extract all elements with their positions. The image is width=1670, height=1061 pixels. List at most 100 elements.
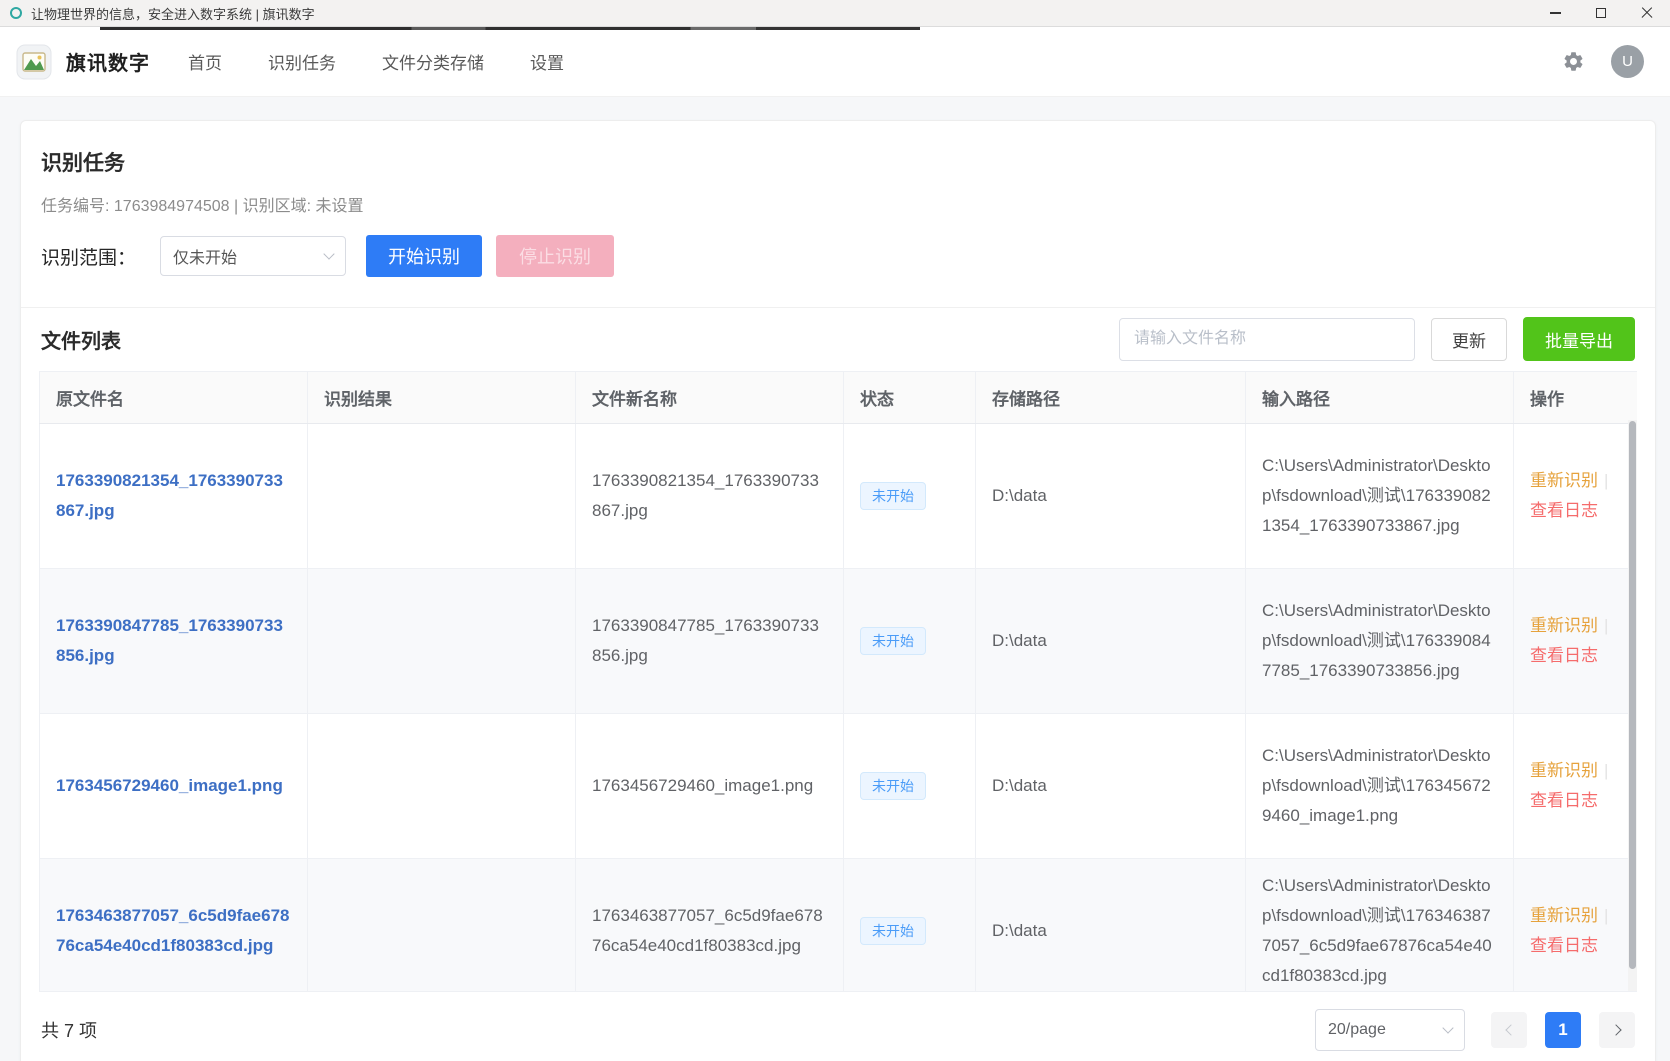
view-log-link[interactable]: 查看日志	[1530, 791, 1598, 810]
col-header-input: 输入路径	[1246, 372, 1514, 424]
table-row: 1763456729460_image1.png 1763456729460_i…	[40, 714, 1638, 859]
close-icon	[1641, 7, 1653, 19]
scope-select-value: 仅未开始	[173, 244, 237, 268]
page-body: 识别任务 任务编号: 1763984974508 | 识别区域: 未设置 识别范…	[0, 97, 1670, 1061]
stop-recognition-button[interactable]: 停止识别	[496, 235, 614, 277]
minimize-button[interactable]	[1532, 0, 1578, 27]
refresh-button[interactable]: 更新	[1431, 318, 1507, 361]
window-titlebar: 让物理世界的信息，安全进入数字系统 | 旗讯数字	[0, 0, 1670, 27]
table-header-row: 原文件名 识别结果 文件新名称 状态 存储路径 输入路径 操作	[40, 372, 1638, 424]
view-log-link[interactable]: 查看日志	[1530, 501, 1598, 520]
scope-select[interactable]: 仅未开始	[160, 236, 346, 276]
new-filename: 1763390821354_1763390733867.jpg	[592, 471, 819, 520]
nav-item-file-storage[interactable]: 文件分类存储	[382, 49, 484, 74]
storage-path: D:\data	[992, 921, 1047, 940]
re-recognize-link[interactable]: 重新识别	[1530, 906, 1598, 925]
input-path: C:\Users\Administrator\Desktop\fsdownloa…	[1262, 746, 1491, 825]
task-info: 任务编号: 1763984974508 | 识别区域: 未设置	[41, 192, 1635, 216]
window-title: 让物理世界的信息，安全进入数字系统 | 旗讯数字	[31, 4, 315, 23]
new-filename: 1763456729460_image1.png	[592, 776, 813, 795]
storage-path: D:\data	[992, 776, 1047, 795]
filelist-header: 文件列表 更新 批量导出	[21, 308, 1655, 371]
navbar: 旗讯数字 首页 识别任务 文件分类存储 设置 U	[0, 27, 1670, 97]
col-header-actions: 操作	[1514, 372, 1638, 424]
status-badge: 未开始	[860, 917, 926, 945]
scope-label: 识别范围：	[41, 243, 136, 270]
next-page-button[interactable]	[1599, 1012, 1635, 1048]
minimize-icon	[1550, 12, 1561, 13]
nav-item-home[interactable]: 首页	[188, 49, 222, 74]
chevron-down-icon	[1442, 1022, 1453, 1033]
file-table: 原文件名 识别结果 文件新名称 状态 存储路径 输入路径 操作 17633908…	[39, 371, 1637, 992]
nav-menu: 首页 识别任务 文件分类存储 设置	[188, 49, 564, 74]
status-badge: 未开始	[860, 627, 926, 655]
action-separator: |	[1604, 471, 1608, 490]
app-logo-icon	[16, 44, 52, 80]
input-path: C:\Users\Administrator\Desktop\fsdownloa…	[1262, 601, 1491, 680]
total-count: 共 7 项	[41, 1017, 97, 1043]
brand-name: 旗讯数字	[66, 47, 150, 76]
original-filename-link[interactable]: 1763390847785_1763390733856.jpg	[56, 616, 283, 665]
storage-path: D:\data	[992, 631, 1047, 650]
maximize-icon	[1596, 8, 1606, 18]
action-row: 查看日志	[1530, 496, 1623, 526]
action-row: 重新识别 |	[1530, 466, 1623, 496]
re-recognize-link[interactable]: 重新识别	[1530, 616, 1598, 635]
col-header-status: 状态	[844, 372, 976, 424]
action-row: 重新识别 |	[1530, 901, 1623, 931]
action-row: 重新识别|	[1530, 756, 1623, 786]
table-row: 1763390821354_1763390733867.jpg 17633908…	[40, 424, 1638, 569]
maximize-button[interactable]	[1578, 0, 1624, 27]
action-row: 重新识别 |	[1530, 611, 1623, 641]
action-separator: |	[1604, 906, 1608, 925]
original-filename-link[interactable]: 1763456729460_image1.png	[56, 776, 283, 795]
action-separator: |	[1604, 616, 1608, 635]
status-badge: 未开始	[860, 772, 926, 800]
close-button[interactable]	[1624, 0, 1670, 27]
table-scrollbar[interactable]	[1628, 420, 1637, 991]
action-row: 查看日志	[1530, 641, 1623, 671]
input-path: C:\Users\Administrator\Desktop\fsdownloa…	[1262, 456, 1491, 535]
table-row: 1763463877057_6c5d9fae67876ca54e40cd1f80…	[40, 859, 1638, 993]
new-filename: 1763463877057_6c5d9fae67876ca54e40cd1f80…	[592, 906, 823, 955]
prev-page-button[interactable]	[1491, 1012, 1527, 1048]
re-recognize-link[interactable]: 重新识别	[1530, 471, 1598, 490]
col-header-result: 识别结果	[308, 372, 576, 424]
view-log-link[interactable]: 查看日志	[1530, 646, 1598, 665]
col-header-original: 原文件名	[40, 372, 308, 424]
chevron-right-icon	[1610, 1024, 1621, 1035]
scrollbar-thumb[interactable]	[1629, 421, 1636, 969]
render-artifact-line	[100, 27, 920, 30]
nav-item-settings[interactable]: 设置	[530, 49, 564, 74]
action-row: 查看日志	[1530, 786, 1623, 816]
input-path: C:\Users\Administrator\Desktop\fsdownloa…	[1262, 876, 1492, 985]
window-controls	[1532, 0, 1670, 27]
original-filename-link[interactable]: 1763390821354_1763390733867.jpg	[56, 471, 283, 520]
pagination: 20/page 1	[1315, 1009, 1635, 1051]
action-row: 查看日志	[1530, 931, 1623, 961]
navbar-right: U	[1562, 45, 1644, 78]
storage-path: D:\data	[992, 486, 1047, 505]
page-1-button[interactable]: 1	[1545, 1012, 1581, 1048]
chevron-left-icon	[1505, 1024, 1516, 1035]
task-section: 识别任务 任务编号: 1763984974508 | 识别区域: 未设置 识别范…	[21, 121, 1655, 307]
settings-gear-icon[interactable]	[1562, 50, 1585, 73]
filename-search-input[interactable]	[1119, 318, 1415, 361]
batch-export-button[interactable]: 批量导出	[1523, 317, 1635, 361]
task-section-title: 识别任务	[41, 147, 1635, 177]
page-size-select[interactable]: 20/page	[1315, 1009, 1465, 1051]
filelist-title: 文件列表	[41, 325, 121, 354]
user-avatar[interactable]: U	[1611, 45, 1644, 78]
original-filename-link[interactable]: 1763463877057_6c5d9fae67876ca54e40cd1f80…	[56, 906, 290, 955]
status-badge: 未开始	[860, 482, 926, 510]
col-header-storage: 存储路径	[976, 372, 1246, 424]
main-card: 识别任务 任务编号: 1763984974508 | 识别区域: 未设置 识别范…	[20, 120, 1656, 1061]
re-recognize-link[interactable]: 重新识别	[1530, 761, 1598, 780]
start-recognition-button[interactable]: 开始识别	[366, 235, 482, 277]
nav-item-recognition-tasks[interactable]: 识别任务	[268, 49, 336, 74]
task-controls: 识别范围： 仅未开始 开始识别 停止识别	[41, 235, 1635, 277]
col-header-newname: 文件新名称	[576, 372, 844, 424]
view-log-link[interactable]: 查看日志	[1530, 936, 1598, 955]
chevron-down-icon	[323, 248, 334, 259]
page-size-value: 20/page	[1328, 1021, 1386, 1039]
